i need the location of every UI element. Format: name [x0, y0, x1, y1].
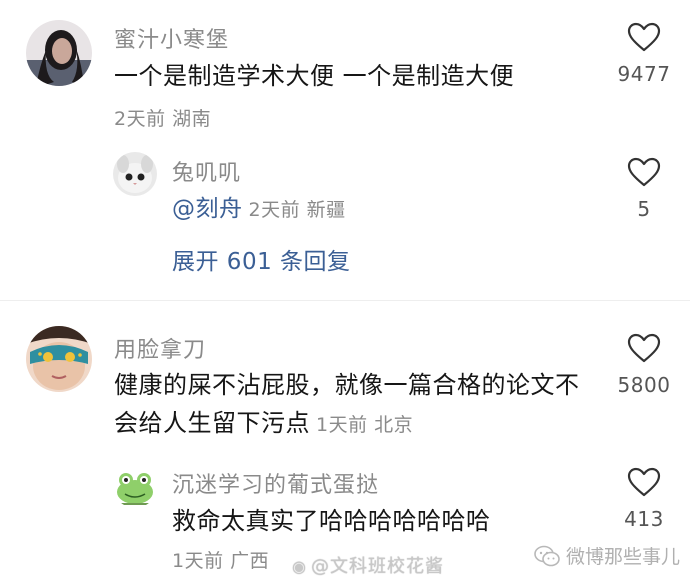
like-count: 5	[637, 197, 651, 221]
reply-like-button[interactable]: 413	[604, 467, 684, 531]
like-button[interactable]: 9477	[604, 22, 684, 86]
comment-body-line-2: 会给人生留下污点 1天前 北京	[114, 402, 413, 446]
comment-username[interactable]: 用脸拿刀	[114, 332, 206, 364]
heart-outline-icon[interactable]	[627, 467, 661, 497]
reply-username[interactable]: 兔叽叽	[172, 155, 241, 187]
reply-body: 救命太真实了哈哈哈哈哈哈哈	[172, 507, 491, 535]
like-count: 5800	[617, 373, 671, 397]
wechat-icon	[534, 545, 560, 566]
expand-replies-link[interactable]: 展开 601 条回复	[172, 242, 351, 276]
comment-body-line-1: 健康的屎不沾屁股，就像一篇合格的论文不	[114, 371, 580, 399]
weibo-watermark-text: @文科班校花酱	[310, 556, 444, 577]
like-count: 413	[624, 507, 664, 531]
wechat-watermark-text: 微博那些事儿	[565, 546, 680, 568]
comments-page: 蜜汁小寒堡 一个是制造学术大便 一个是制造大便 2天前 湖南 9477 兔叽叽 …	[0, 0, 690, 581]
wechat-watermark: 微博那些事儿	[534, 542, 680, 569]
comment-username[interactable]: 蜜汁小寒堡	[114, 22, 229, 54]
weibo-watermark: ◉ @文科班校花酱	[292, 552, 444, 578]
reply-mention[interactable]: @刻舟	[172, 196, 243, 222]
reply-username[interactable]: 沉迷学习的葡式蛋挞	[172, 467, 379, 499]
reply-meta: 1天前 广西	[172, 550, 270, 572]
heart-outline-icon[interactable]	[627, 22, 661, 52]
weibo-logo-icon: ◉	[292, 557, 307, 576]
divider	[0, 300, 690, 301]
avatar[interactable]	[26, 326, 92, 392]
like-button[interactable]: 5800	[604, 333, 684, 397]
comment-meta: 1天前 北京	[316, 414, 414, 436]
reply-like-button[interactable]: 5	[604, 157, 684, 221]
comment-body: 一个是制造学术大便 一个是制造大便	[114, 62, 515, 90]
reply-meta: 2天前 新疆	[248, 199, 346, 221]
reply-avatar[interactable]	[113, 464, 157, 508]
avatar[interactable]	[26, 20, 92, 86]
heart-outline-icon[interactable]	[627, 333, 661, 363]
like-count: 9477	[617, 62, 671, 86]
reply-avatar[interactable]	[113, 152, 157, 196]
comment-body-text: 会给人生留下污点	[114, 409, 310, 437]
comment-meta: 2天前 湖南	[114, 108, 212, 130]
reply-body: @刻舟 2天前 新疆	[172, 188, 346, 230]
heart-outline-icon[interactable]	[627, 157, 661, 187]
